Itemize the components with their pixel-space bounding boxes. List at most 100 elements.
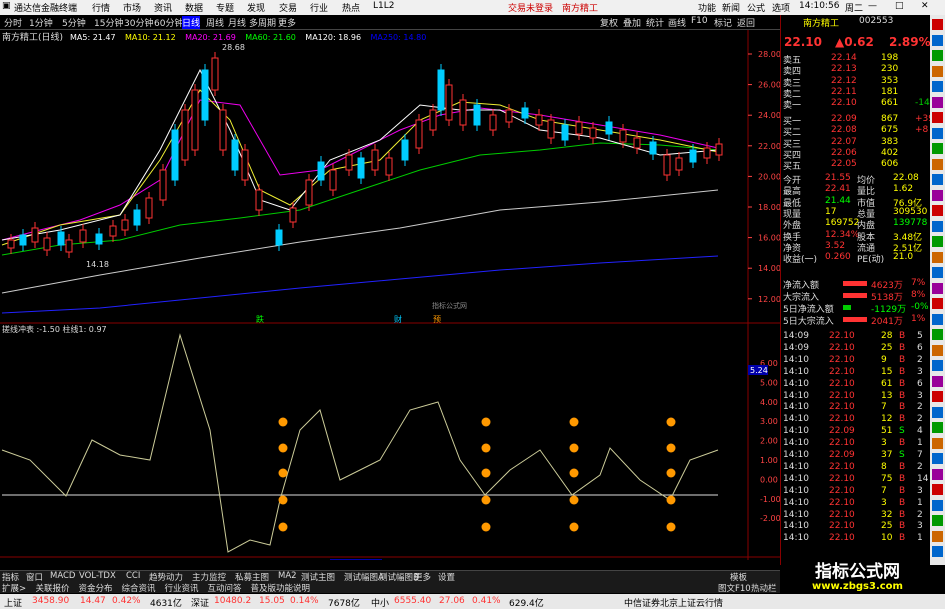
toolbar-square-icon[interactable]: [932, 189, 943, 201]
tab-multi[interactable]: 多周期: [249, 16, 276, 29]
tab-30min[interactable]: 30分钟: [124, 16, 153, 29]
candle-body: [619, 129, 627, 143]
toolbar-square-icon[interactable]: [932, 546, 943, 557]
extension-tab[interactable]: 关联报价: [36, 582, 70, 594]
toolbar-square-icon[interactable]: [932, 174, 943, 185]
stats-button[interactable]: 统计: [646, 16, 664, 29]
menu-market[interactable]: 行情: [92, 1, 110, 14]
toolbar-square-icon[interactable]: [932, 515, 943, 526]
overlay-button[interactable]: 叠加: [623, 16, 641, 29]
tab-fenshi[interactable]: 分时: [4, 16, 22, 29]
footer-right-button[interactable]: 热动栏: [751, 582, 777, 594]
toolbar-square-icon[interactable]: [932, 205, 943, 216]
sh-label[interactable]: 上证: [4, 596, 22, 609]
restore-right-button[interactable]: 复权: [600, 16, 618, 29]
f10-button[interactable]: F10: [691, 16, 708, 26]
toolbar-square-icon[interactable]: [932, 437, 943, 449]
indicator-tab[interactable]: MA2: [278, 571, 297, 581]
indicator-tab[interactable]: VOL-TDX: [79, 571, 116, 581]
menu-options[interactable]: 选项: [772, 1, 790, 14]
menu-news2[interactable]: 新闻: [722, 1, 740, 14]
close-icon[interactable]: ✕: [921, 1, 929, 11]
kline-chart[interactable]: 南方精工(日线) MA5: 21.47 MA10: 21.12 MA20: 21.6…: [0, 30, 780, 560]
toolbar-square-icon[interactable]: [932, 267, 943, 278]
tab-5min[interactable]: 5分钟: [62, 16, 86, 29]
toolbar-square-icon[interactable]: [932, 391, 943, 402]
menu-l1l2[interactable]: L1L2: [373, 1, 394, 11]
menu-function[interactable]: 功能: [698, 1, 716, 14]
extension-tab[interactable]: 普及版功能说明: [251, 582, 311, 594]
tick-time: 14:10: [783, 509, 809, 520]
ask-price: 22.10: [831, 98, 857, 109]
menu-topic[interactable]: 专题: [216, 1, 234, 14]
trade-status[interactable]: 交易未登录: [508, 1, 553, 14]
price-pct: 2.89%: [889, 35, 931, 49]
brand-url: www.zbgs3.com: [812, 581, 903, 592]
menu-market2[interactable]: 市场: [123, 1, 141, 14]
indicator-tab[interactable]: MACD: [50, 571, 75, 581]
toolbar-square-icon[interactable]: [932, 96, 943, 108]
tick-count: 6: [917, 342, 923, 353]
indicator-tab[interactable]: CCI: [126, 571, 140, 581]
toolbar-square-icon[interactable]: [932, 112, 943, 123]
toolbar-square-icon[interactable]: [932, 251, 943, 263]
tab-1min[interactable]: 1分钟: [29, 16, 53, 29]
toolbar-square-icon[interactable]: [932, 375, 943, 387]
extension-tab[interactable]: 互动问答: [208, 582, 242, 594]
tick-time: 14:10: [783, 402, 809, 413]
extension-tab[interactable]: 综合资讯: [122, 582, 156, 594]
extension-tab[interactable]: 资金分布: [79, 582, 113, 594]
toolbar-square-icon[interactable]: [932, 143, 943, 154]
toolbar-square-icon[interactable]: [932, 360, 943, 371]
tab-week[interactable]: 周线: [206, 16, 224, 29]
zx-label[interactable]: 中小: [371, 596, 389, 609]
toolbar-square-icon[interactable]: [932, 453, 943, 464]
toolbar-square-icon[interactable]: [932, 468, 943, 480]
chart-toolbar: 复权 叠加 统计 画线 F10 标记 返回: [596, 15, 780, 30]
tab-month[interactable]: 月线: [228, 16, 246, 29]
footer-right-button[interactable]: 图文F10: [718, 582, 751, 594]
toolbar-square-icon[interactable]: [932, 406, 943, 418]
menu-discover[interactable]: 发现: [247, 1, 265, 14]
menu-industry[interactable]: 行业: [310, 1, 328, 14]
candle-body: [241, 149, 249, 181]
maximize-icon[interactable]: □: [895, 1, 904, 11]
right-toolbar[interactable]: [930, 15, 945, 565]
menu-hot[interactable]: 热点: [342, 1, 360, 14]
minimize-icon[interactable]: —: [868, 1, 877, 11]
toolbar-square-icon[interactable]: [932, 236, 943, 247]
toolbar-square-icon[interactable]: [932, 158, 943, 170]
extension-tab[interactable]: 扩展>: [2, 582, 26, 594]
toolbar-square-icon[interactable]: [932, 344, 943, 356]
toolbar-square-icon[interactable]: [932, 127, 943, 139]
menu-data[interactable]: 数据: [185, 1, 203, 14]
toolbar-square-icon[interactable]: [932, 329, 943, 340]
toolbar-square-icon[interactable]: [932, 422, 943, 433]
tab-day[interactable]: 日线: [182, 16, 201, 29]
back-button[interactable]: 返回: [737, 16, 755, 29]
tab-15min[interactable]: 15分钟: [94, 16, 123, 29]
toolbar-square-icon[interactable]: [932, 530, 943, 542]
signal-dot: [569, 468, 579, 478]
extension-tab[interactable]: 行业资讯: [165, 582, 199, 594]
toolbar-square-icon[interactable]: [932, 34, 943, 46]
tab-more[interactable]: 更多: [278, 16, 296, 29]
draw-button[interactable]: 画线: [668, 16, 686, 29]
menu-news[interactable]: 资讯: [154, 1, 172, 14]
toolbar-square-icon[interactable]: [932, 220, 943, 232]
toolbar-square-icon[interactable]: [932, 50, 943, 61]
sz-label[interactable]: 深证: [191, 596, 209, 609]
toolbar-square-icon[interactable]: [932, 19, 943, 30]
menu-formula[interactable]: 公式: [747, 1, 765, 14]
toolbar-square-icon[interactable]: [932, 282, 943, 294]
toolbar-square-icon[interactable]: [932, 484, 943, 495]
menu-trade[interactable]: 交易: [279, 1, 297, 14]
tab-60min[interactable]: 60分钟: [154, 16, 183, 29]
candle-body: [305, 179, 313, 206]
toolbar-square-icon[interactable]: [932, 313, 943, 325]
toolbar-square-icon[interactable]: [932, 65, 943, 77]
mark-button[interactable]: 标记: [714, 16, 732, 29]
toolbar-square-icon[interactable]: [932, 499, 943, 511]
toolbar-square-icon[interactable]: [932, 81, 943, 92]
toolbar-square-icon[interactable]: [932, 298, 943, 309]
